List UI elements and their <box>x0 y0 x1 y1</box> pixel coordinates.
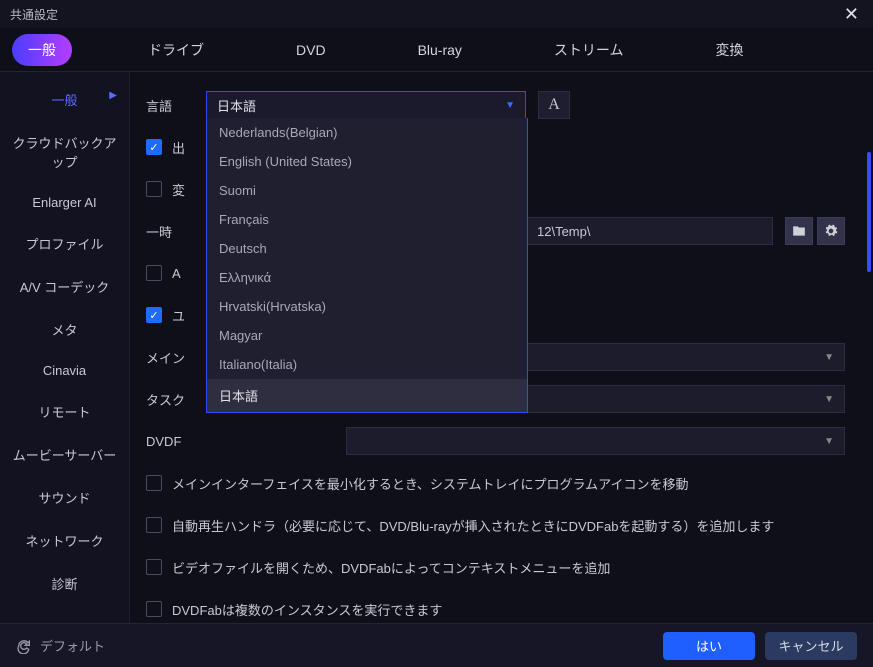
checkbox-user-label: ユ <box>172 306 185 325</box>
checkbox-a[interactable] <box>146 265 162 281</box>
sidebar-item-enlarger-ai[interactable]: Enlarger AI <box>0 183 129 222</box>
language-option[interactable]: Suomi <box>207 176 527 205</box>
sidebar-item-av-codec[interactable]: A/V コーデック <box>0 265 129 308</box>
checkbox-change[interactable] <box>146 181 162 197</box>
tab-drive[interactable]: ドライブ <box>132 34 220 66</box>
tab-general[interactable]: 一般 <box>12 34 72 66</box>
close-icon[interactable]: ✕ <box>840 4 863 25</box>
language-select[interactable]: 日本語 ▼ <box>206 91 526 119</box>
language-option-selected[interactable]: 日本語 <box>207 379 527 412</box>
checkbox-a-label: A <box>172 266 181 281</box>
browse-folder-button[interactable] <box>785 217 813 245</box>
language-option[interactable]: Français <box>207 205 527 234</box>
font-button[interactable]: A <box>538 91 570 119</box>
language-option[interactable]: Italiano(Italia) <box>207 350 527 379</box>
chevron-down-icon: ▼ <box>505 100 515 111</box>
checkbox-multiple-instances-label: DVDFabは複数のインスタンスを実行できます <box>172 600 442 619</box>
footer: デフォルト はい キャンセル <box>0 623 873 667</box>
checkbox-out[interactable] <box>146 139 162 155</box>
sidebar-item-movie-server[interactable]: ムービーサーバー <box>0 433 129 476</box>
sidebar-item-profile[interactable]: プロファイル <box>0 222 129 265</box>
main-tabs: 一般 ドライブ DVD Blu-ray ストリーム 変換 <box>0 28 873 72</box>
task-select-label: タスク <box>146 390 186 409</box>
checkbox-user[interactable] <box>146 307 162 323</box>
restore-defaults-label: デフォルト <box>40 636 105 655</box>
chevron-down-icon: ▼ <box>824 352 834 363</box>
ok-button[interactable]: はい <box>663 632 755 660</box>
language-option[interactable]: Ελληνικά <box>207 263 527 292</box>
sidebar-item-meta[interactable]: メタ <box>0 308 129 351</box>
tab-convert[interactable]: 変換 <box>700 34 760 66</box>
cancel-button[interactable]: キャンセル <box>765 632 857 660</box>
refresh-icon <box>16 638 32 654</box>
checkbox-minimize-to-tray-label: メインインターフェイスを最小化するとき、システムトレイにプログラムアイコンを移動 <box>172 474 689 493</box>
checkbox-autoplay-handler-label: 自動再生ハンドラ（必要に応じて、DVD/Blu-rayが挿入されたときにDVDF… <box>172 516 774 535</box>
language-label: 言語 <box>146 96 206 115</box>
checkbox-context-menu-label: ビデオファイルを開くため、DVDFabによってコンテキストメニューを追加 <box>172 558 610 577</box>
titlebar: 共通設定 ✕ <box>0 0 873 28</box>
language-option[interactable]: Deutsch <box>207 234 527 263</box>
language-selected-value: 日本語 <box>217 96 256 115</box>
temp-dir-input[interactable]: 12\Temp\ <box>526 217 773 245</box>
content-panel: 言語 日本語 ▼ A 出 変 一時 12\Temp\ <box>130 72 873 623</box>
dvdf-select[interactable]: ▼ <box>346 427 845 455</box>
sidebar-item-remote[interactable]: リモート <box>0 390 129 433</box>
checkbox-out-label: 出 <box>172 138 185 157</box>
restore-defaults-button[interactable]: デフォルト <box>16 636 105 655</box>
language-option[interactable]: English (United States) <box>207 147 527 176</box>
main-select-label: メイン <box>146 348 186 367</box>
sidebar-item-sound[interactable]: サウンド <box>0 476 129 519</box>
dvdf-select-label: DVDF <box>146 434 186 449</box>
chevron-down-icon: ▼ <box>824 394 834 405</box>
checkbox-minimize-to-tray[interactable] <box>146 475 162 491</box>
checkbox-multiple-instances[interactable] <box>146 601 162 617</box>
scrollbar-thumb[interactable] <box>867 152 871 272</box>
chevron-down-icon: ▼ <box>824 436 834 447</box>
tab-stream[interactable]: ストリーム <box>538 34 640 66</box>
tab-dvd[interactable]: DVD <box>280 36 342 64</box>
tab-bluray[interactable]: Blu-ray <box>402 36 478 64</box>
window-title: 共通設定 <box>10 6 58 23</box>
sidebar-item-network[interactable]: ネットワーク <box>0 519 129 562</box>
sidebar-item-diagnostics[interactable]: 診断 <box>0 562 129 605</box>
sidebar-item-cloud-backup[interactable]: クラウドバックアップ <box>0 121 129 183</box>
settings-gear-button[interactable] <box>817 217 845 245</box>
checkbox-autoplay-handler[interactable] <box>146 517 162 533</box>
sidebar: 一般 クラウドバックアップ Enlarger AI プロファイル A/V コーデ… <box>0 72 130 623</box>
language-option[interactable]: Nederlands(Belgian) <box>207 118 527 147</box>
language-option[interactable]: Magyar <box>207 321 527 350</box>
sidebar-item-cinavia[interactable]: Cinavia <box>0 351 129 390</box>
temp-dir-label: 一時 <box>146 222 186 241</box>
language-dropdown-list[interactable]: Nederlands(Belgian) English (United Stat… <box>206 118 528 413</box>
language-option[interactable]: Hrvatski(Hrvatska) <box>207 292 527 321</box>
checkbox-change-label: 変 <box>172 180 185 199</box>
temp-dir-value: 12\Temp\ <box>537 224 590 239</box>
checkbox-context-menu[interactable] <box>146 559 162 575</box>
sidebar-item-general[interactable]: 一般 <box>0 78 129 121</box>
